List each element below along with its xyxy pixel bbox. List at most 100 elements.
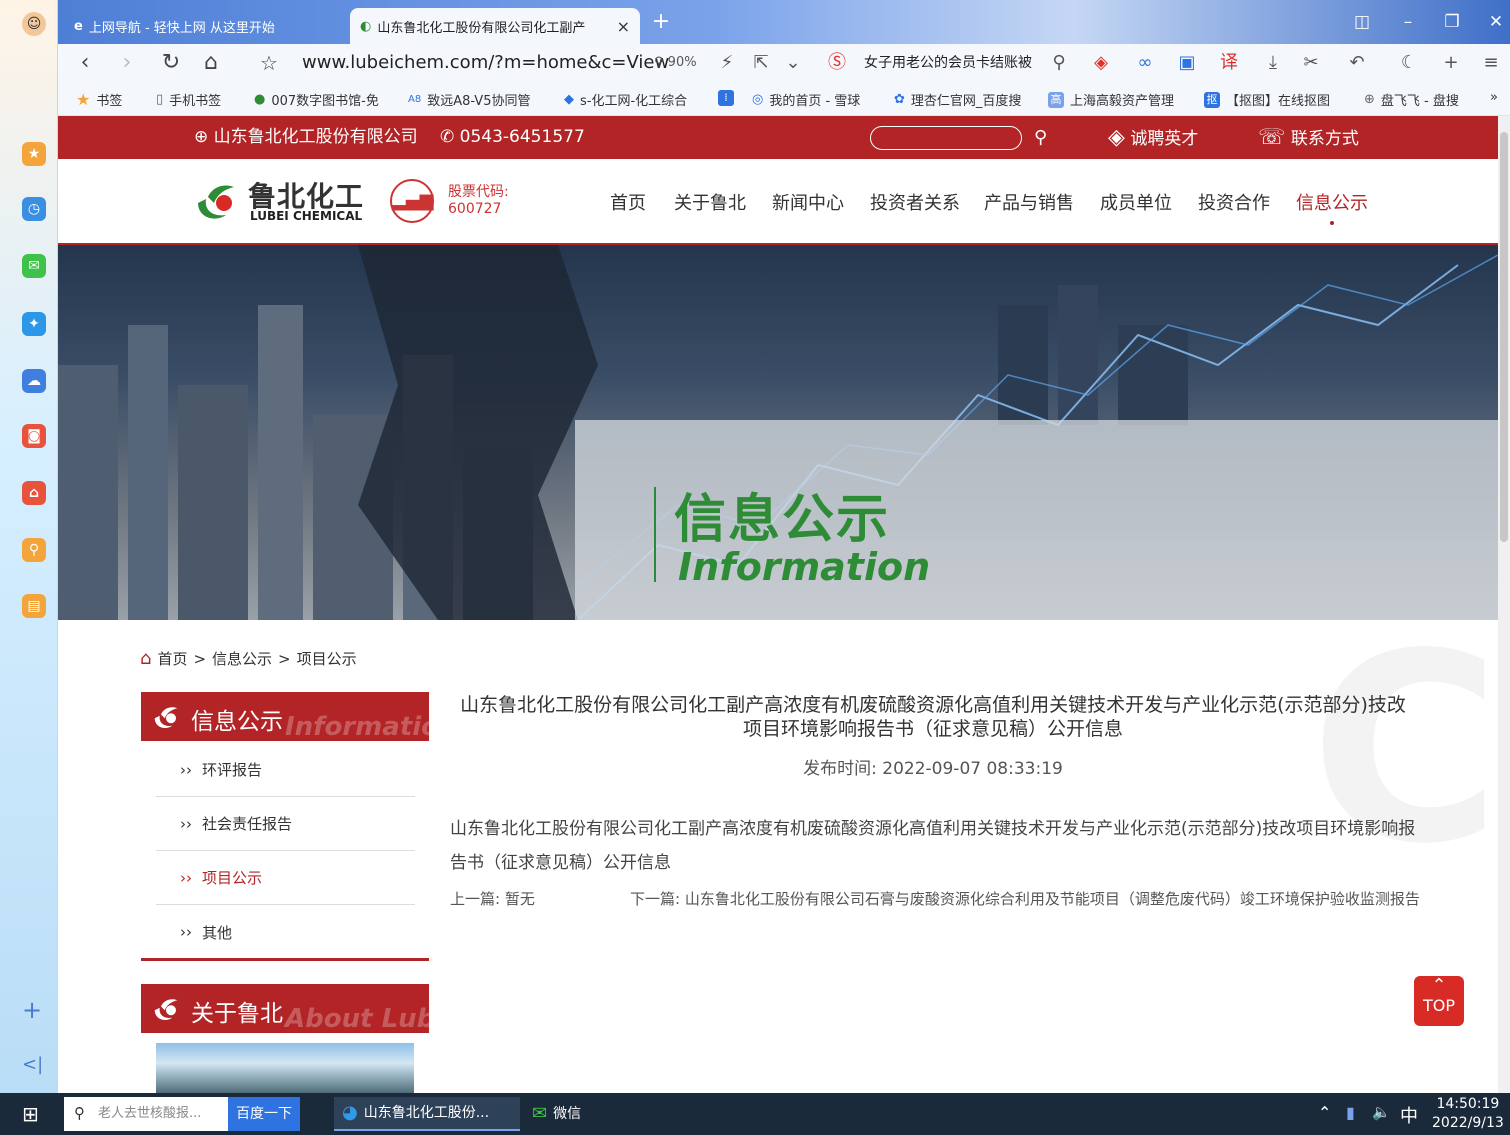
cloud-app-icon[interactable]: ☁ (22, 369, 46, 393)
new-tab-button[interactable]: + (648, 10, 674, 36)
taskbar-search-input[interactable]: 老人去世核酸报... (64, 1097, 228, 1131)
sidebar-item-eia-report[interactable]: ›› 环评报告 (156, 743, 415, 797)
tab-lubei-article[interactable]: ◐ 山东鲁北化工股份有限公司化工副产 × (350, 8, 640, 44)
share-icon[interactable]: ⇱ (748, 50, 774, 76)
app-grid-icon: ⁞ (718, 90, 734, 106)
bookmark-item[interactable]: A8 致远A8-V5协同管 (408, 90, 530, 109)
sogou-search-icon[interactable]: Ⓢ (824, 50, 850, 76)
wechat-icon: ✉ (532, 1103, 548, 1124)
dropdown-icon[interactable]: ⌄ (780, 50, 806, 76)
tray-expand-icon[interactable]: ⌃ (1318, 1103, 1331, 1122)
star-app-icon[interactable]: ★ (22, 142, 46, 166)
translate-icon[interactable]: 译 (1216, 50, 1242, 76)
taskbar-app-browser[interactable]: ◕ 山东鲁北化工股份... (334, 1097, 520, 1131)
bookmarks-more-button[interactable]: » (1490, 90, 1498, 105)
wechat-app-icon[interactable]: ✉ (22, 254, 46, 278)
breadcrumb-level1[interactable]: 信息公示 (212, 648, 272, 669)
sidebar-item-project-notice[interactable]: ›› 项目公示 (156, 851, 415, 905)
close-window-button[interactable]: ✕ (1476, 6, 1510, 38)
app-store-icon[interactable]: ▣ (1174, 50, 1200, 76)
nav-products[interactable]: 产品与销售 (984, 189, 1074, 215)
search-input[interactable]: 女子用老公的会员卡结账被 (864, 50, 1124, 76)
chevron-up-icon: ⌃ (1431, 975, 1447, 996)
star-icon: ★ (76, 90, 91, 109)
chevron-right-icon: ›› (180, 868, 192, 887)
pin-app-icon[interactable]: ✦ (22, 312, 46, 336)
bookmark-item[interactable]: ✿ 理杏仁官网_百度搜 (894, 90, 1021, 109)
taskbar-clock[interactable]: 14:50:19 2022/9/13 (1432, 1095, 1504, 1133)
sidebar-item-other[interactable]: ›› 其他 (156, 905, 415, 959)
chem-icon: ◆ (564, 92, 574, 107)
minimize-button[interactable]: – (1388, 6, 1428, 38)
home-button[interactable]: ⌂ (196, 48, 226, 78)
url-field[interactable]: www.lubeichem.com/?m=home&c=View (302, 50, 669, 76)
add-app-icon[interactable]: + (22, 996, 42, 1024)
search-icon[interactable]: ⚲ (1046, 50, 1072, 76)
stock-label: 股票代码: (448, 184, 509, 200)
night-mode-icon[interactable]: ☾ (1396, 50, 1422, 76)
next-label: 下一篇: (630, 890, 681, 908)
baidu-search-button[interactable]: 百度一下 (228, 1097, 300, 1131)
nav-news[interactable]: 新闻中心 (772, 189, 844, 215)
nav-investors[interactable]: 投资者关系 (870, 189, 960, 215)
menu-icon[interactable]: ≡ (1478, 50, 1504, 76)
book-app-icon[interactable]: ▤ (22, 594, 46, 618)
clock-app-icon[interactable]: ◷ (22, 197, 46, 221)
breadcrumb-level2[interactable]: 项目公示 (297, 648, 357, 669)
collapse-sidebar-icon[interactable]: <| (22, 1054, 43, 1075)
jobs-link[interactable]: ◈ 诚聘英才 (1108, 116, 1198, 159)
bookmark-item[interactable]: ⁞ (718, 90, 734, 106)
bookmark-item[interactable]: ▯ 手机书签 (156, 90, 221, 109)
nav-members[interactable]: 成员单位 (1100, 189, 1172, 215)
lubei-logo-icon[interactable] (192, 177, 240, 225)
download-icon[interactable]: ⤓ (1260, 50, 1286, 76)
pdf-app-icon[interactable]: ⌂ (22, 481, 46, 505)
nav-cooperation[interactable]: 投资合作 (1198, 189, 1270, 215)
game-icon[interactable]: ◈ (1088, 50, 1114, 76)
breadcrumb-home[interactable]: 首页 (157, 648, 187, 669)
nav-about[interactable]: 关于鲁北 (674, 189, 746, 215)
scrollbar-thumb[interactable] (1500, 132, 1508, 542)
back-to-top-button[interactable]: ⌃ TOP (1414, 976, 1464, 1026)
site-search-icon[interactable]: ⚲ (1034, 116, 1047, 159)
bookmark-label: 理杏仁官网_百度搜 (910, 94, 1022, 109)
add-icon[interactable]: + (1438, 50, 1464, 76)
windows-start-icon[interactable]: ⊞ (22, 1102, 39, 1126)
camera-app-icon[interactable]: ◙ (22, 424, 46, 448)
back-button[interactable]: ‹ (70, 48, 100, 78)
volume-icon[interactable]: 🔈 (1372, 1103, 1391, 1121)
user-avatar-icon[interactable]: ☺ (22, 12, 46, 36)
restore-button[interactable]: ❐ (1432, 6, 1472, 38)
scissors-icon[interactable]: ✂ (1298, 50, 1324, 76)
contact-link[interactable]: ☏ 联系方式 (1258, 116, 1359, 159)
search-app-icon[interactable]: ⚲ (22, 538, 46, 562)
skin-icon[interactable]: ◫ (1342, 6, 1382, 38)
bookmark-item[interactable]: 抠【抠图】在线抠图 (1204, 90, 1330, 109)
forward-button[interactable]: › (112, 48, 142, 78)
zoom-level[interactable]: ⚲ 90% (654, 50, 697, 76)
tab-navigation[interactable]: e 上网导航 - 轻快上网 从这里开始 (64, 8, 344, 44)
sidebar-item-csr-report[interactable]: ›› 社会责任报告 (156, 797, 415, 851)
site-search-input[interactable] (870, 126, 1022, 150)
input-method-indicator[interactable]: 中 (1400, 1102, 1418, 1128)
bookmark-item[interactable]: ★ 书签 (76, 90, 122, 109)
bookmark-item[interactable]: ● 007数字图书馆-免 (254, 90, 379, 109)
bookmark-item[interactable]: ◆ s-化工网-化工综合 (564, 90, 687, 109)
favorite-star-icon[interactable]: ☆ (254, 48, 284, 78)
publish-time-value: 2022-09-07 08:33:19 (882, 759, 1063, 779)
tab-close-icon[interactable]: × (617, 17, 630, 36)
nav-home[interactable]: 首页 (610, 189, 646, 215)
next-article-link[interactable]: 下一篇: 山东鲁北化工股份有限公司石膏与废酸资源化综合利用及节能项目（调整危废代… (630, 888, 1420, 909)
lightning-icon[interactable]: ⚡ (714, 50, 740, 76)
bookmark-item[interactable]: ⊕ 盘飞飞 - 盘搜 (1364, 90, 1459, 109)
tray-app-icon[interactable]: ▮ (1346, 1103, 1355, 1122)
taskbar-app-wechat[interactable]: ✉ 微信 (524, 1097, 589, 1131)
nav-disclosure[interactable]: 信息公示 (1296, 189, 1368, 215)
reload-button[interactable]: ↻ (156, 48, 186, 78)
sidebar-about-en: About Lubei (285, 1004, 429, 1033)
infinity-icon[interactable]: ∞ (1132, 50, 1158, 76)
bookmark-item[interactable]: 高上海高毅资产管理 (1048, 90, 1174, 109)
factory-photo[interactable] (156, 1043, 414, 1093)
bookmark-item[interactable]: ◎ 我的首页 - 雪球 (752, 90, 860, 109)
undo-icon[interactable]: ↶ (1344, 50, 1370, 76)
